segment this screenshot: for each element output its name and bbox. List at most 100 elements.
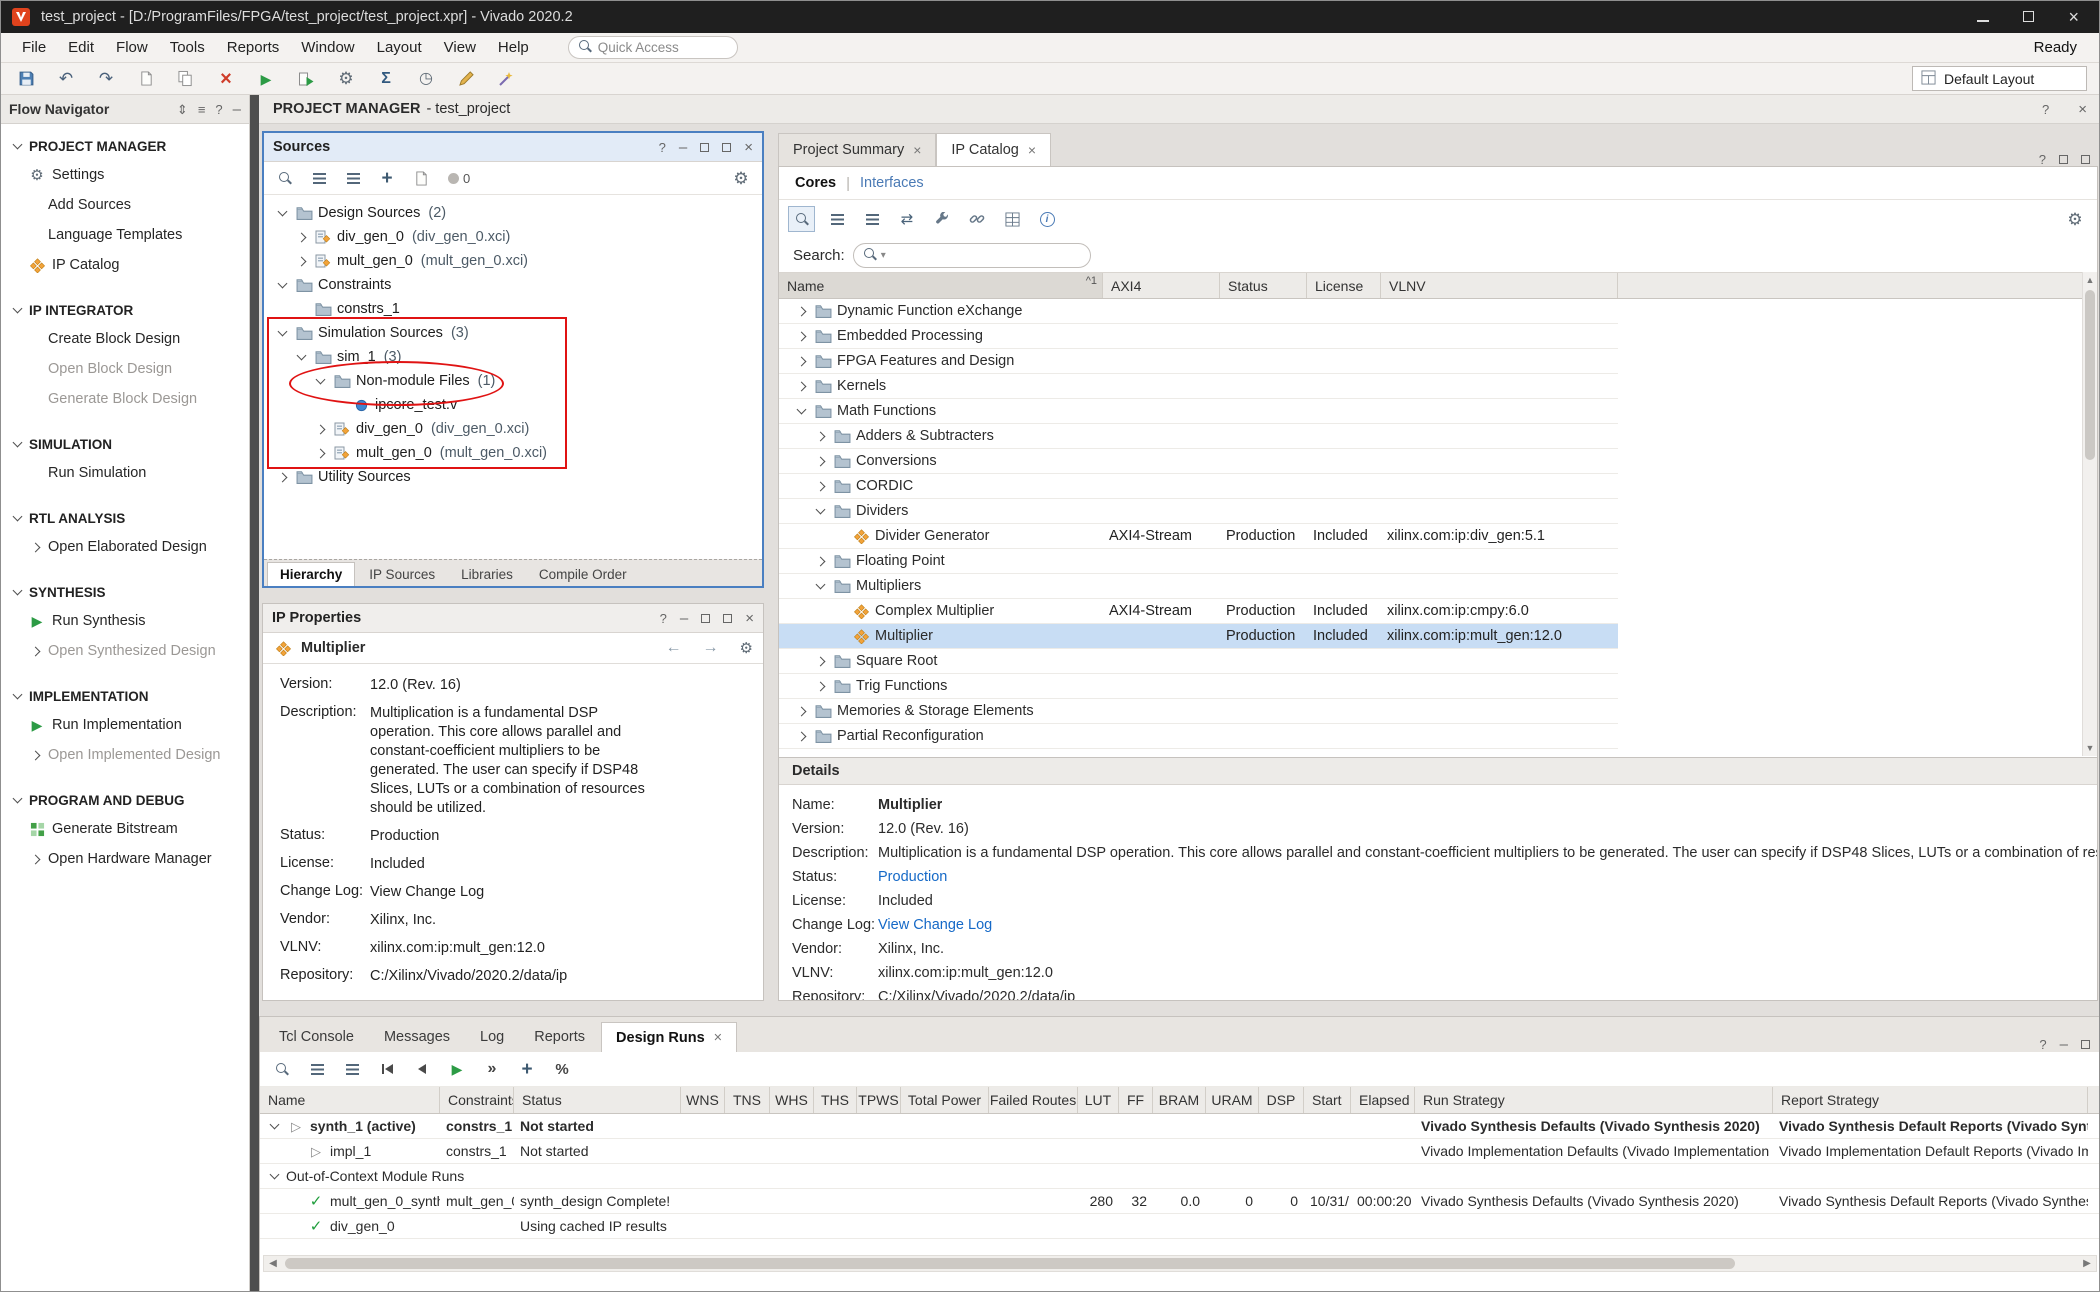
maximize-button[interactable] [2023,9,2034,26]
chevron-right-icon[interactable] [293,234,309,241]
chevron-right-icon[interactable] [312,450,328,457]
scroll-up-icon[interactable]: ▲ [2083,272,2097,288]
flownav-section-header[interactable]: IP INTEGRATOR [1,296,249,324]
chevron-down-icon[interactable] [812,509,828,513]
chevron-right-icon[interactable] [27,544,43,551]
chevron-right-icon[interactable] [27,648,43,655]
catalog-row-adders-subtracters[interactable]: Adders & Subtracters [779,424,1618,449]
menu-icon[interactable]: ≡ [198,103,206,116]
view-interfaces[interactable]: Interfaces [860,175,924,191]
column-header-bram[interactable]: BRAM [1153,1087,1206,1113]
column-header-run-strategy[interactable]: Run Strategy [1415,1087,1773,1113]
ip-settings-icon[interactable] [999,207,1025,231]
chevron-right-icon[interactable] [812,458,828,465]
chevron-down-icon[interactable] [274,211,290,215]
help-icon[interactable]: ? [2039,153,2046,166]
flownav-section-header[interactable]: PROGRAM AND DEBUG [1,786,249,814]
menu-reports[interactable]: Reports [216,34,291,61]
chevron-down-icon[interactable] [293,355,309,359]
menu-tools[interactable]: Tools [159,34,216,61]
chevron-right-icon[interactable] [812,683,828,690]
chevron-right-icon[interactable] [793,383,809,390]
catalog-row-floating-point[interactable]: Floating Point [779,549,1618,574]
flownav-item-open-hardware-manager[interactable]: Open Hardware Manager [1,844,249,874]
help-icon[interactable]: ? [2039,1038,2046,1051]
flownav-item-run-synthesis[interactable]: ▶Run Synthesis [1,606,249,636]
close-icon[interactable]: × [744,140,753,155]
search-icon[interactable] [272,166,298,190]
flownav-item-open-synthesized-design[interactable]: Open Synthesized Design [1,636,249,666]
column-header-vlnv[interactable]: VLNV [1381,273,1618,298]
chevron-down-icon[interactable] [812,584,828,588]
chevron-right-icon[interactable] [812,558,828,565]
minimize-icon[interactable]: – [233,102,241,117]
close-button[interactable]: × [2068,8,2079,26]
catalog-row-conversions[interactable]: Conversions [779,449,1618,474]
horizontal-scrollbar[interactable]: ◀ ▶ [263,1255,2097,1272]
chevron-right-icon[interactable] [27,752,43,759]
debug-wand-icon[interactable] [493,67,519,91]
flownav-item-ip-catalog[interactable]: IP Catalog [1,250,249,280]
catalog-row-math-functions[interactable]: Math Functions [779,399,1618,424]
restore-hierarchy-icon[interactable]: ⇄ [894,207,920,231]
catalog-row-dividers[interactable]: Dividers [779,499,1618,524]
column-header-dsp[interactable]: DSP [1259,1087,1304,1113]
collapse-all-icon[interactable] [824,207,850,231]
flownav-item-open-implemented-design[interactable]: Open Implemented Design [1,740,249,770]
minimize-icon[interactable]: – [679,140,687,155]
float-icon[interactable] [701,614,710,623]
close-icon[interactable]: × [745,611,754,626]
expand-all-icon[interactable] [339,1057,365,1081]
menu-help[interactable]: Help [487,34,540,61]
flownav-section-header[interactable]: RTL ANALYSIS [1,504,249,532]
run-icon[interactable]: ▶ [253,67,279,91]
fast-forward-icon[interactable]: » [479,1057,505,1081]
flownav-item-run-simulation[interactable]: Run Simulation [1,458,249,488]
close-icon[interactable]: × [714,1030,722,1046]
report-sigma-icon[interactable]: Σ [373,67,399,91]
expand-all-icon[interactable] [340,166,366,190]
sidebar-splitter[interactable] [250,95,259,1292]
tab-ip-catalog[interactable]: IP Catalog× [936,133,1051,166]
catalog-row-divider-generator[interactable]: Divider GeneratorAXI4-StreamProductionIn… [779,524,1618,549]
save-project-icon[interactable] [13,67,39,91]
column-header-whs[interactable]: WHS [770,1087,814,1113]
sources-tree-item-ipcore-test-v[interactable]: ipcore_test.v [264,393,762,417]
help-icon[interactable]: ? [2042,103,2049,116]
resize-icon[interactable]: ⇕ [177,103,188,116]
sources-tree-item-mult-gen-0[interactable]: mult_gen_0 (mult_gen_0.xci) [264,249,762,273]
chevron-right-icon[interactable] [793,333,809,340]
maximize-icon[interactable] [2081,1040,2090,1049]
flownav-item-add-sources[interactable]: Add Sources [1,190,249,220]
column-header-tns[interactable]: TNS [725,1087,770,1113]
redo-icon[interactable]: ↷ [93,67,119,91]
sources-tree-item-sim-1[interactable]: sim_1 (3) [264,345,762,369]
flownav-item-open-elaborated-design[interactable]: Open Elaborated Design [1,532,249,562]
detail-value[interactable]: View Change Log [878,917,992,933]
catalog-row-memories-storage-elements[interactable]: Memories & Storage Elements [779,699,1618,724]
float-icon[interactable] [700,143,709,152]
close-icon[interactable]: × [913,142,921,158]
menu-window[interactable]: Window [290,34,365,61]
detail-value[interactable]: Production [878,869,947,885]
column-header-lut[interactable]: LUT [1078,1087,1119,1113]
sources-tree-item-constrs-1[interactable]: constrs_1 [264,297,762,321]
gear-icon[interactable]: ⚙ [740,641,753,656]
column-header-axi4[interactable]: AXI4 [1103,273,1220,298]
sources-tab-hierarchy[interactable]: Hierarchy [267,562,355,586]
run-steps-icon[interactable] [293,67,319,91]
chevron-right-icon[interactable] [812,658,828,665]
catalog-row-partial-reconfiguration[interactable]: Partial Reconfiguration [779,724,1618,749]
column-header-status[interactable]: Status [1220,273,1307,298]
search-input[interactable]: ▾ [853,243,1091,268]
add-repository-icon[interactable] [964,207,990,231]
maximize-icon[interactable] [722,143,731,152]
close-icon[interactable]: × [2078,102,2087,117]
property-value[interactable]: Production [370,827,439,846]
edit-pencil-icon[interactable] [453,67,479,91]
help-icon[interactable]: ? [659,141,666,154]
flownav-item-generate-bitstream[interactable]: Generate Bitstream [1,814,249,844]
sources-tab-compile-order[interactable]: Compile Order [527,563,639,586]
flownav-item-run-implementation[interactable]: ▶Run Implementation [1,710,249,740]
chevron-right-icon[interactable] [812,433,828,440]
